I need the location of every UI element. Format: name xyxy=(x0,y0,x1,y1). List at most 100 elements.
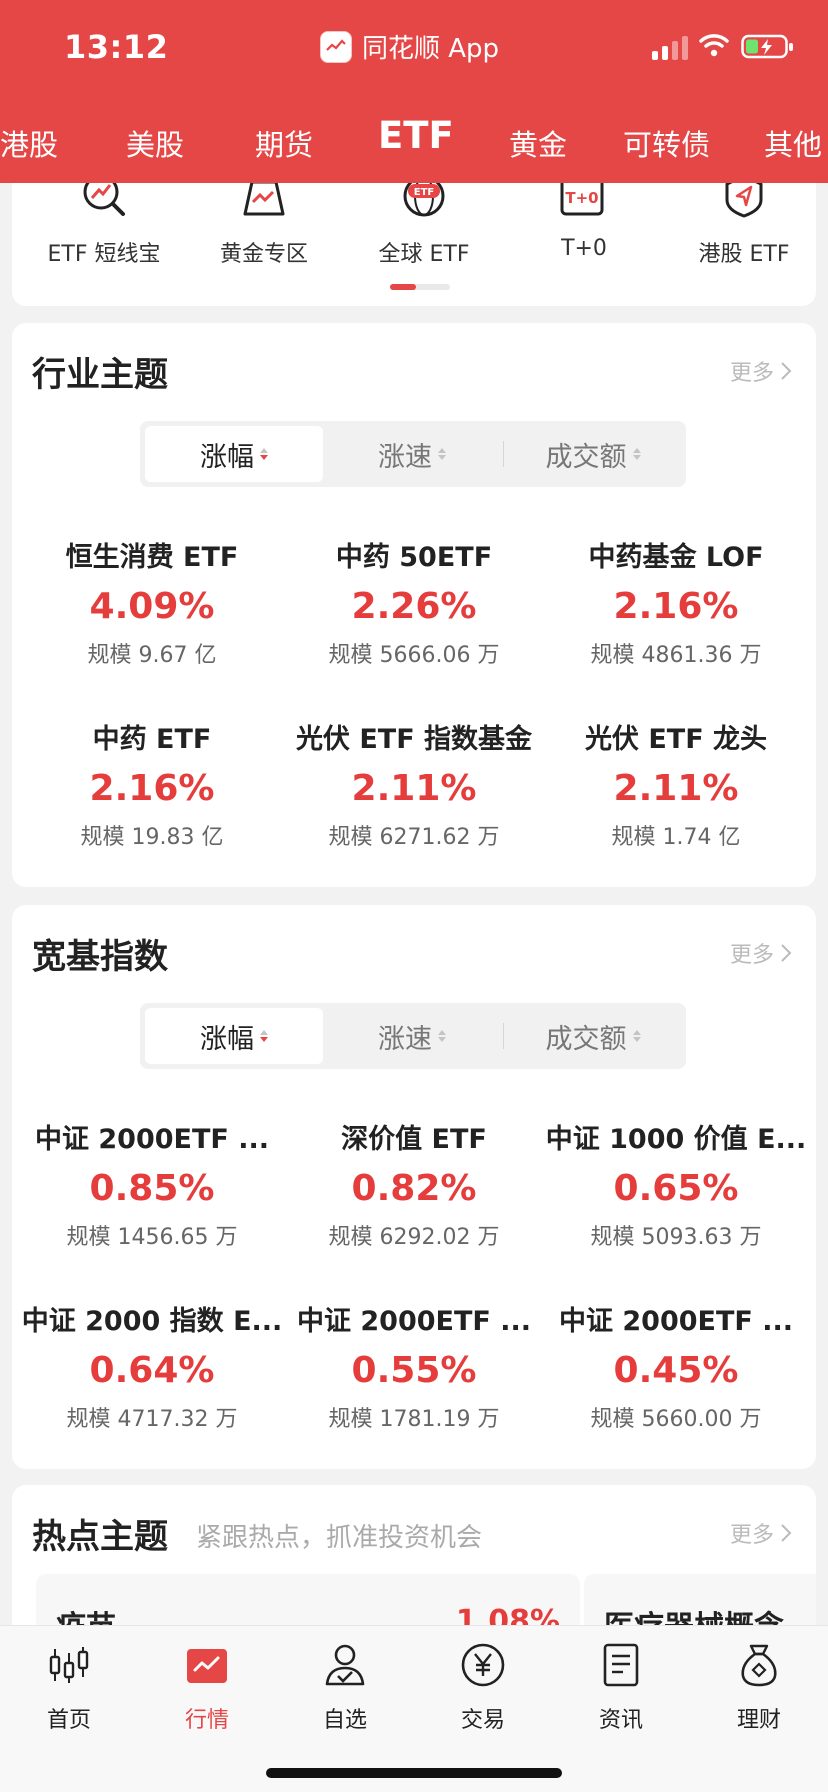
etf-item[interactable]: 中证 2000ETF ... 0.45% 规模 5660.00 万 xyxy=(545,1299,807,1433)
sort-arrows-icon xyxy=(632,448,641,460)
nav-label: 理财 xyxy=(736,1708,781,1733)
more-link[interactable]: 更多 xyxy=(730,355,792,387)
etf-scale: 规模 1456.65 万 xyxy=(66,1225,238,1250)
etf-scale: 规模 1.74 亿 xyxy=(611,825,741,850)
etf-name: 中证 1000 价值 E... xyxy=(545,1124,807,1155)
shortcut-t0[interactable]: T+0 T+0 xyxy=(509,170,659,261)
more-link[interactable]: 更多 xyxy=(730,1517,792,1549)
sort-by-volume[interactable]: 成交额 xyxy=(504,1008,682,1064)
etf-scale: 规模 4861.36 万 xyxy=(590,643,762,668)
etf-item[interactable]: 中药基金 LOF 2.16% 规模 4861.36 万 xyxy=(545,535,807,669)
shortcut-global-etf[interactable]: ETF 全球 ETF xyxy=(349,170,499,268)
etf-change: 2.26% xyxy=(351,586,477,627)
sort-label: 涨速 xyxy=(378,441,432,473)
etf-change: 2.11% xyxy=(613,768,739,809)
hot-topics-section: 热点主题 紧跟热点，抓准投资机会 更多 疫苗 1.08% 医疗器械概念 xyxy=(12,1485,816,1645)
more-link[interactable]: 更多 xyxy=(730,937,792,969)
etf-item[interactable]: 中证 2000 指数 E... 0.64% 规模 4717.32 万 xyxy=(21,1299,283,1433)
etf-scale: 规模 9.67 亿 xyxy=(87,643,217,668)
etf-scale: 规模 6292.02 万 xyxy=(328,1225,500,1250)
nav-label: 自选 xyxy=(322,1708,367,1733)
sort-arrows-icon xyxy=(632,1030,641,1042)
nav-label: 行情 xyxy=(184,1708,229,1733)
nav-watchlist[interactable]: 自选 xyxy=(276,1642,414,1734)
tab-etf[interactable]: ETF xyxy=(378,114,454,157)
etf-item[interactable]: 中药 ETF 2.16% 规模 19.83 亿 xyxy=(21,717,283,851)
section-title: 行业主题 xyxy=(32,355,168,395)
etf-change: 0.65% xyxy=(613,1168,739,1209)
sort-arrows-icon xyxy=(260,448,268,460)
cellular-signal-icon xyxy=(652,36,688,60)
sort-by-volume[interactable]: 成交额 xyxy=(504,426,682,482)
sort-label: 成交额 xyxy=(545,441,627,473)
battery-icon xyxy=(741,34,793,59)
yuan-coin-icon xyxy=(414,1642,552,1688)
etf-change: 0.82% xyxy=(351,1168,477,1209)
shortcut-label: 黄金专区 xyxy=(219,242,308,267)
etf-scale: 规模 6271.62 万 xyxy=(328,825,500,850)
etf-change: 2.16% xyxy=(89,768,215,809)
etf-item[interactable]: 中证 2000ETF ... 0.55% 规模 1781.19 万 xyxy=(283,1299,545,1433)
etf-change: 0.85% xyxy=(89,1168,215,1209)
more-label: 更多 xyxy=(729,1523,774,1548)
etf-item[interactable]: 中药 50ETF 2.26% 规模 5666.06 万 xyxy=(283,535,545,669)
etf-item[interactable]: 光伏 ETF 龙头 2.11% 规模 1.74 亿 xyxy=(545,717,807,851)
etf-change: 4.09% xyxy=(89,586,215,627)
etf-item[interactable]: 恒生消费 ETF 4.09% 规模 9.67 亿 xyxy=(21,535,283,669)
nav-news[interactable]: 资讯 xyxy=(552,1642,690,1734)
section-title: 宽基指数 xyxy=(32,937,168,977)
tab-us-stocks[interactable]: 美股 xyxy=(126,122,184,164)
shortcut-gold-zone[interactable]: 黄金专区 xyxy=(189,170,339,268)
sort-by-speed[interactable]: 涨速 xyxy=(323,1008,501,1064)
shortcut-hk-etf[interactable]: 港股 ETF xyxy=(669,170,819,268)
tab-futures[interactable]: 期货 xyxy=(255,122,313,164)
nav-label: 交易 xyxy=(460,1708,505,1733)
svg-text:T+0: T+0 xyxy=(565,189,598,207)
etf-scale: 规模 4717.32 万 xyxy=(66,1407,238,1432)
nav-label: 资讯 xyxy=(598,1708,643,1733)
etf-name: 光伏 ETF 龙头 xyxy=(584,724,768,755)
sort-arrows-icon xyxy=(438,448,446,460)
sort-by-speed[interactable]: 涨速 xyxy=(323,426,501,482)
sort-label: 涨速 xyxy=(378,1023,432,1055)
nav-market[interactable]: 行情 xyxy=(138,1642,276,1734)
page-indicator xyxy=(390,284,450,290)
nav-label: 首页 xyxy=(46,1708,91,1733)
nav-wealth[interactable]: 理财 xyxy=(690,1642,828,1734)
tab-gold[interactable]: 黄金 xyxy=(509,122,567,164)
etf-change: 2.11% xyxy=(351,768,477,809)
more-label: 更多 xyxy=(729,943,774,968)
chevron-right-icon xyxy=(781,944,792,962)
etf-name: 中药 ETF xyxy=(92,724,212,755)
etf-item[interactable]: 中证 2000ETF ... 0.85% 规模 1456.65 万 xyxy=(21,1117,283,1251)
nav-trade[interactable]: 交易 xyxy=(414,1642,552,1734)
etf-item[interactable]: 光伏 ETF 指数基金 2.11% 规模 6271.62 万 xyxy=(283,717,545,851)
sort-by-change[interactable]: 涨幅 xyxy=(145,426,323,482)
wifi-icon xyxy=(699,34,729,57)
nav-home[interactable]: 首页 xyxy=(0,1642,138,1734)
money-bag-icon xyxy=(690,1642,828,1688)
etf-name: 中证 2000ETF ... xyxy=(296,1306,532,1337)
shortcut-etf-short[interactable]: ETF 短线宝 xyxy=(29,170,179,268)
etf-change: 2.16% xyxy=(613,586,739,627)
svg-text:ETF: ETF xyxy=(414,187,434,198)
etf-name: 光伏 ETF 指数基金 xyxy=(295,724,533,755)
candlestick-icon xyxy=(0,1642,138,1688)
shortcut-label: 港股 ETF xyxy=(698,242,790,267)
news-doc-icon xyxy=(552,1642,690,1688)
sort-by-change[interactable]: 涨幅 xyxy=(145,1008,323,1064)
back-to-app[interactable]: 同花顺 App xyxy=(320,28,499,65)
tab-other[interactable]: 其他 xyxy=(764,122,822,164)
etf-item[interactable]: 深价值 ETF 0.82% 规模 6292.02 万 xyxy=(283,1117,545,1251)
tab-hk-stocks[interactable]: 港股 xyxy=(0,122,58,164)
etf-item[interactable]: 中证 1000 价值 E... 0.65% 规模 5093.63 万 xyxy=(545,1117,807,1251)
etf-scale: 规模 5093.63 万 xyxy=(590,1225,762,1250)
etf-change: 0.45% xyxy=(613,1350,739,1391)
etf-name: 中证 2000 指数 E... xyxy=(21,1306,283,1337)
tab-convertible-bonds[interactable]: 可转债 xyxy=(623,122,710,164)
chevron-right-icon xyxy=(781,1524,792,1542)
etf-name: 深价值 ETF xyxy=(341,1124,487,1155)
status-time: 13:12 xyxy=(64,28,169,66)
market-tabs: 港股 美股 期货 ETF 黄金 可转债 其他 xyxy=(0,112,828,172)
app-logo-icon xyxy=(320,30,352,63)
